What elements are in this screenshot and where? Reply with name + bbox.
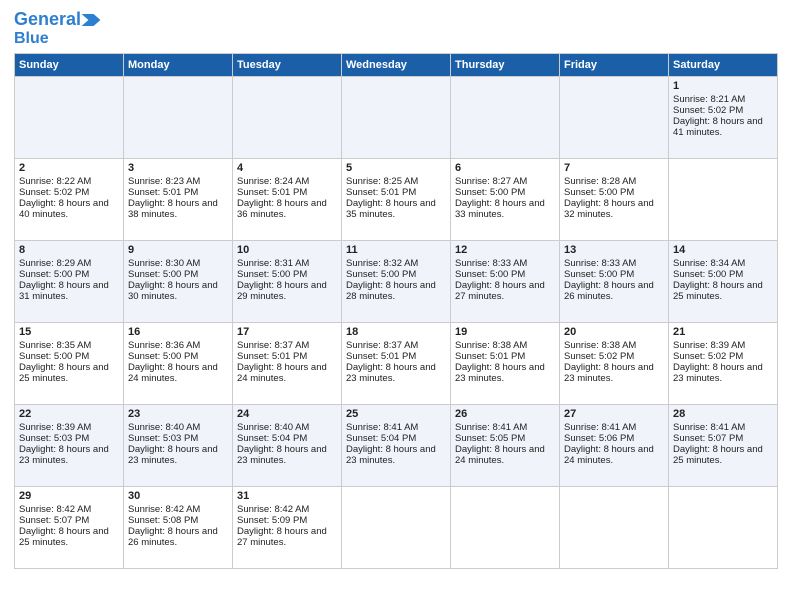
empty-cell — [560, 487, 669, 569]
col-header-sunday: Sunday — [15, 54, 124, 77]
empty-cell — [451, 487, 560, 569]
logo: General Blue — [14, 10, 101, 47]
calendar-cell-day-23: 23Sunrise: 8:40 AMSunset: 5:03 PMDayligh… — [124, 405, 233, 487]
calendar-cell-day-12: 12Sunrise: 8:33 AMSunset: 5:00 PMDayligh… — [451, 241, 560, 323]
calendar-cell-day-18: 18Sunrise: 8:37 AMSunset: 5:01 PMDayligh… — [342, 323, 451, 405]
calendar-cell-day-30: 30Sunrise: 8:42 AMSunset: 5:08 PMDayligh… — [124, 487, 233, 569]
col-header-monday: Monday — [124, 54, 233, 77]
logo-blue-text: Blue — [14, 30, 49, 48]
col-header-saturday: Saturday — [669, 54, 778, 77]
calendar-cell-day-20: 20Sunrise: 8:38 AMSunset: 5:02 PMDayligh… — [560, 323, 669, 405]
calendar-week-row: 8Sunrise: 8:29 AMSunset: 5:00 PMDaylight… — [15, 241, 778, 323]
calendar-cell-day-19: 19Sunrise: 8:38 AMSunset: 5:01 PMDayligh… — [451, 323, 560, 405]
calendar-cell-day-17: 17Sunrise: 8:37 AMSunset: 5:01 PMDayligh… — [233, 323, 342, 405]
empty-cell — [560, 77, 669, 159]
calendar-week-row: 29Sunrise: 8:42 AMSunset: 5:07 PMDayligh… — [15, 487, 778, 569]
calendar-cell-day-31: 31Sunrise: 8:42 AMSunset: 5:09 PMDayligh… — [233, 487, 342, 569]
col-header-wednesday: Wednesday — [342, 54, 451, 77]
calendar-cell-day-5: 5Sunrise: 8:25 AMSunset: 5:01 PMDaylight… — [342, 159, 451, 241]
calendar-cell-day-13: 13Sunrise: 8:33 AMSunset: 5:00 PMDayligh… — [560, 241, 669, 323]
col-header-friday: Friday — [560, 54, 669, 77]
calendar-table: SundayMondayTuesdayWednesdayThursdayFrid… — [14, 53, 778, 569]
calendar-cell-day-15: 15Sunrise: 8:35 AMSunset: 5:00 PMDayligh… — [15, 323, 124, 405]
empty-cell — [233, 77, 342, 159]
calendar-cell-day-29: 29Sunrise: 8:42 AMSunset: 5:07 PMDayligh… — [15, 487, 124, 569]
calendar-cell-day-26: 26Sunrise: 8:41 AMSunset: 5:05 PMDayligh… — [451, 405, 560, 487]
calendar-cell-day-24: 24Sunrise: 8:40 AMSunset: 5:04 PMDayligh… — [233, 405, 342, 487]
calendar-cell-day-9: 9Sunrise: 8:30 AMSunset: 5:00 PMDaylight… — [124, 241, 233, 323]
calendar-cell-day-16: 16Sunrise: 8:36 AMSunset: 5:00 PMDayligh… — [124, 323, 233, 405]
calendar-cell-day-4: 4Sunrise: 8:24 AMSunset: 5:01 PMDaylight… — [233, 159, 342, 241]
col-header-tuesday: Tuesday — [233, 54, 342, 77]
calendar-cell-day-1: 1Sunrise: 8:21 AMSunset: 5:02 PMDaylight… — [669, 77, 778, 159]
empty-cell — [451, 77, 560, 159]
calendar-cell-day-3: 3Sunrise: 8:23 AMSunset: 5:01 PMDaylight… — [124, 159, 233, 241]
calendar-cell-day-7: 7Sunrise: 8:28 AMSunset: 5:00 PMDaylight… — [560, 159, 669, 241]
logo-arrow-icon — [81, 14, 101, 26]
calendar-week-row: 1Sunrise: 8:21 AMSunset: 5:02 PMDaylight… — [15, 77, 778, 159]
logo-text: General — [14, 10, 81, 30]
calendar-cell-day-27: 27Sunrise: 8:41 AMSunset: 5:06 PMDayligh… — [560, 405, 669, 487]
empty-cell — [669, 487, 778, 569]
calendar-cell-day-22: 22Sunrise: 8:39 AMSunset: 5:03 PMDayligh… — [15, 405, 124, 487]
calendar-cell-day-8: 8Sunrise: 8:29 AMSunset: 5:00 PMDaylight… — [15, 241, 124, 323]
calendar-cell-day-14: 14Sunrise: 8:34 AMSunset: 5:00 PMDayligh… — [669, 241, 778, 323]
header: General Blue — [14, 10, 778, 47]
calendar-week-row: 22Sunrise: 8:39 AMSunset: 5:03 PMDayligh… — [15, 405, 778, 487]
empty-cell — [342, 487, 451, 569]
calendar-cell-day-21: 21Sunrise: 8:39 AMSunset: 5:02 PMDayligh… — [669, 323, 778, 405]
col-header-thursday: Thursday — [451, 54, 560, 77]
empty-cell — [15, 77, 124, 159]
calendar-cell-day-11: 11Sunrise: 8:32 AMSunset: 5:00 PMDayligh… — [342, 241, 451, 323]
page-container: General Blue SundayMondayTuesdayWednesda… — [0, 0, 792, 579]
calendar-cell-day-10: 10Sunrise: 8:31 AMSunset: 5:00 PMDayligh… — [233, 241, 342, 323]
calendar-week-row: 2Sunrise: 8:22 AMSunset: 5:02 PMDaylight… — [15, 159, 778, 241]
calendar-cell-day-25: 25Sunrise: 8:41 AMSunset: 5:04 PMDayligh… — [342, 405, 451, 487]
calendar-week-row: 15Sunrise: 8:35 AMSunset: 5:00 PMDayligh… — [15, 323, 778, 405]
empty-cell — [669, 159, 778, 241]
calendar-cell-day-28: 28Sunrise: 8:41 AMSunset: 5:07 PMDayligh… — [669, 405, 778, 487]
empty-cell — [342, 77, 451, 159]
calendar-cell-day-6: 6Sunrise: 8:27 AMSunset: 5:00 PMDaylight… — [451, 159, 560, 241]
empty-cell — [124, 77, 233, 159]
calendar-cell-day-2: 2Sunrise: 8:22 AMSunset: 5:02 PMDaylight… — [15, 159, 124, 241]
calendar-header-row: SundayMondayTuesdayWednesdayThursdayFrid… — [15, 54, 778, 77]
calendar-body: 1Sunrise: 8:21 AMSunset: 5:02 PMDaylight… — [15, 77, 778, 569]
